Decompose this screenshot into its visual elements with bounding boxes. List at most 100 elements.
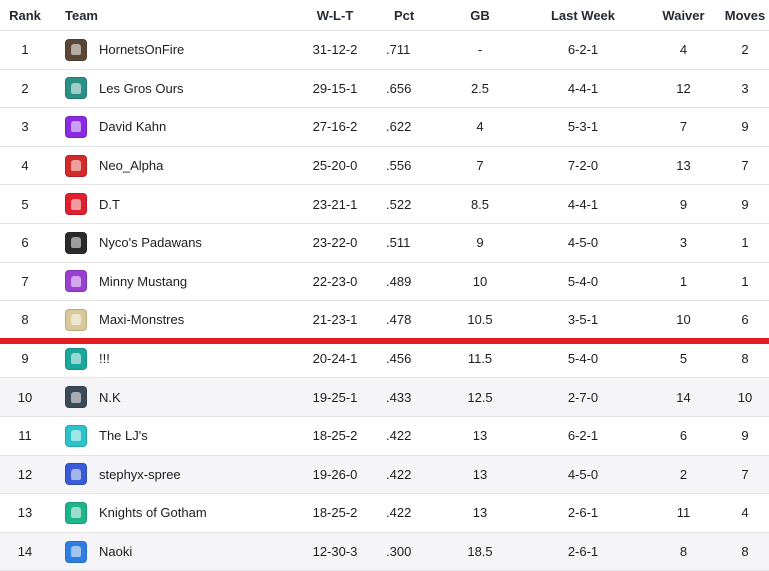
badge-icon: [71, 198, 81, 210]
pct-cell: .422: [386, 505, 412, 521]
team-name-link[interactable]: D.T: [99, 197, 120, 212]
team-cell[interactable]: Neo_Alpha: [50, 154, 290, 177]
wlt-cell: 19-26-0: [312, 466, 358, 482]
jersey-icon: [71, 430, 81, 442]
team-cell[interactable]: David Kahn: [50, 115, 290, 138]
header-wlt[interactable]: W-L-T: [290, 8, 380, 23]
team-logo-icon[interactable]: [65, 386, 87, 409]
wlt-cell: 29-15-1: [312, 80, 358, 96]
team-name-link[interactable]: HornetsOnFire: [99, 42, 184, 57]
ball-icon: [71, 160, 81, 172]
team-cell[interactable]: Minny Mustang: [50, 270, 290, 293]
team-name-link[interactable]: Nyco's Padawans: [99, 235, 202, 250]
last-week-cell: 4-5-0: [567, 235, 599, 251]
team-name-link[interactable]: Knights of Gotham: [99, 505, 207, 520]
team-cell[interactable]: D.T: [50, 193, 290, 216]
team-logo-icon[interactable]: [65, 463, 87, 486]
last-week-cell: 2-6-1: [567, 544, 599, 560]
team-cell[interactable]: N.K: [50, 386, 290, 409]
last-week-cell: 4-4-1: [567, 80, 599, 96]
team-logo-icon[interactable]: [65, 347, 87, 370]
pct-cell: .489: [386, 273, 412, 289]
last-week-cell: 6-2-1: [567, 428, 599, 444]
waiver-cell: 7: [679, 119, 688, 135]
table-header: Rank Team W-L-T Pct GB Last Week Waiver …: [0, 0, 769, 31]
team-name-link[interactable]: Neo_Alpha: [99, 158, 163, 173]
moves-cell: 2: [741, 42, 749, 58]
moves-cell: 6: [741, 312, 749, 328]
team-name-link[interactable]: stephyx-spree: [99, 467, 181, 482]
header-pct[interactable]: Pct: [380, 8, 440, 23]
last-week-cell: 2-6-1: [567, 505, 599, 521]
team-logo-icon[interactable]: [65, 193, 87, 216]
team-name-link[interactable]: N.K: [99, 390, 121, 405]
rank-cell: 5: [21, 196, 29, 212]
last-week-cell: 4-5-0: [567, 466, 599, 482]
team-logo-icon[interactable]: [65, 231, 87, 254]
team-cell[interactable]: Naoki: [50, 540, 290, 563]
pct-cell: .422: [386, 466, 412, 482]
rank-cell: 11: [18, 428, 32, 444]
team-name-link[interactable]: !!!: [99, 351, 110, 366]
team-logo-icon[interactable]: [65, 540, 87, 563]
wlt-cell: 19-25-1: [312, 389, 358, 405]
wlt-cell: 21-23-1: [312, 312, 358, 328]
moves-cell: 7: [741, 158, 749, 174]
bear-icon: [71, 82, 81, 94]
pct-cell: .656: [386, 80, 412, 96]
team-name-link[interactable]: Naoki: [99, 544, 132, 559]
waiver-cell: 6: [679, 428, 688, 444]
team-logo-icon[interactable]: [65, 77, 87, 100]
gb-cell: 4: [476, 119, 484, 135]
team-cell[interactable]: Maxi-Monstres: [50, 308, 290, 331]
team-name-link[interactable]: David Kahn: [99, 119, 166, 134]
header-last-week[interactable]: Last Week: [520, 8, 646, 23]
header-gb[interactable]: GB: [440, 8, 520, 23]
jersey-icon: [71, 391, 81, 403]
wlt-cell: 12-30-3: [312, 544, 358, 560]
team-logo-icon[interactable]: [65, 115, 87, 138]
team-logo-icon[interactable]: [65, 154, 87, 177]
header-rank[interactable]: Rank: [0, 8, 50, 23]
table-row: 12 stephyx-spree 19-26-0 .422 13 4-5-0 2 7: [0, 455, 769, 495]
last-week-cell: 6-2-1: [567, 42, 599, 58]
team-cell[interactable]: HornetsOnFire: [50, 38, 290, 61]
team-name-link[interactable]: The LJ's: [99, 428, 148, 443]
team-name-link[interactable]: Les Gros Ours: [99, 81, 184, 96]
team-name-link[interactable]: Maxi-Monstres: [99, 312, 184, 327]
wlt-cell: 25-20-0: [312, 158, 358, 174]
team-cell[interactable]: Les Gros Ours: [50, 77, 290, 100]
waiver-cell: 2: [679, 466, 688, 482]
table-row: 2 Les Gros Ours 29-15-1 .656 2.5 4-4-1 12 3: [0, 70, 769, 109]
last-week-cell: 4-4-1: [567, 196, 599, 212]
header-waiver[interactable]: Waiver: [646, 8, 721, 23]
team-cell[interactable]: !!!: [50, 347, 290, 370]
team-logo-icon[interactable]: [65, 308, 87, 331]
team-logo-icon[interactable]: [65, 38, 87, 61]
team-logo-icon[interactable]: [65, 501, 87, 524]
jersey-icon: [71, 121, 81, 133]
last-week-cell: 5-4-0: [567, 273, 599, 289]
team-cell[interactable]: stephyx-spree: [50, 463, 290, 486]
team-name-link[interactable]: Minny Mustang: [99, 274, 187, 289]
header-team[interactable]: Team: [50, 8, 290, 23]
wlt-cell: 23-22-0: [312, 235, 358, 251]
waiver-cell: 4: [679, 42, 688, 58]
gb-cell: 10: [472, 273, 488, 289]
waiver-cell: 3: [679, 235, 688, 251]
header-moves[interactable]: Moves: [721, 8, 769, 23]
rank-cell: 9: [21, 351, 29, 367]
last-week-cell: 5-3-1: [567, 119, 599, 135]
team-logo-icon[interactable]: [65, 270, 87, 293]
team-cell[interactable]: Knights of Gotham: [50, 501, 290, 524]
rank-cell: 10: [17, 389, 33, 405]
waiver-cell: 5: [679, 351, 688, 367]
team-logo-icon[interactable]: [65, 424, 87, 447]
gb-cell: 9: [476, 235, 484, 251]
team-cell[interactable]: The LJ's: [50, 424, 290, 447]
table-row: 13 Knights of Gotham 18-25-2 .422 13 2-6-1 11 4: [0, 494, 769, 533]
team-cell[interactable]: Nyco's Padawans: [50, 231, 290, 254]
moves-cell: 1: [741, 235, 749, 251]
waiver-cell: 10: [676, 312, 691, 328]
pct-cell: .433: [386, 389, 412, 405]
